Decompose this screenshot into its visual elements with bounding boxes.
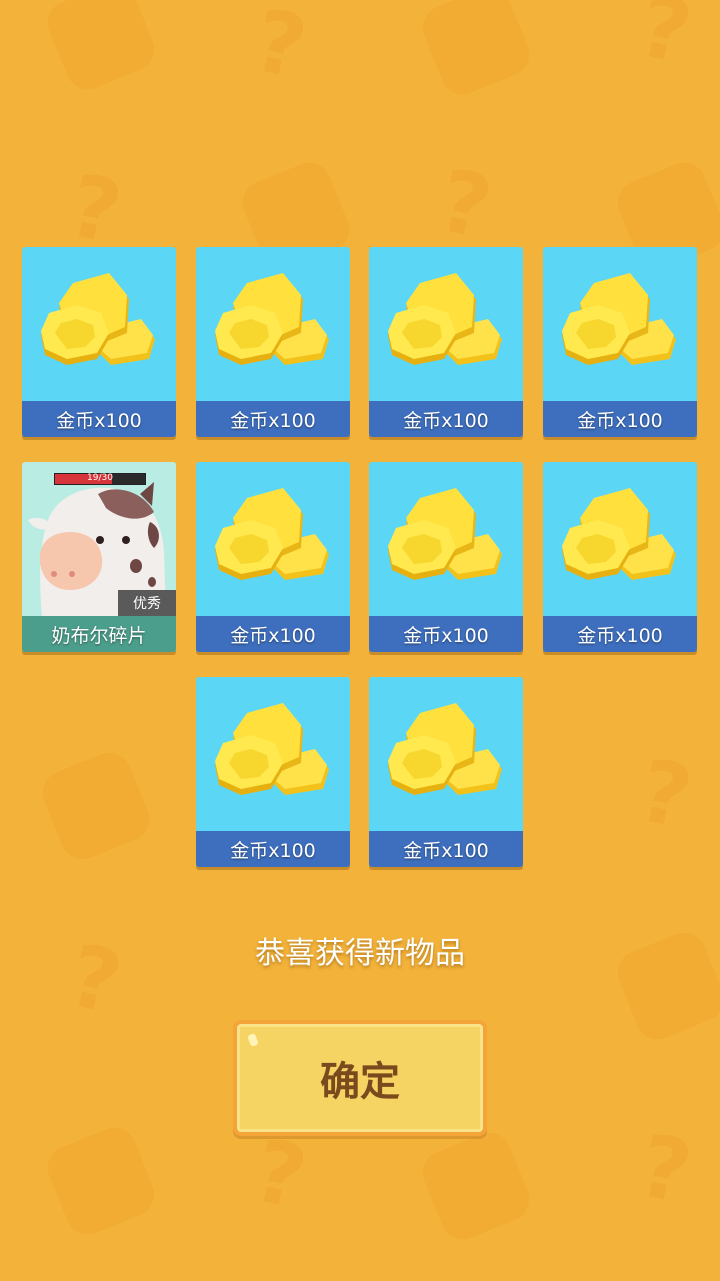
rarity-badge: 优秀 <box>118 590 176 616</box>
reward-card[interactable]: 金币x100 <box>196 247 350 437</box>
reward-card[interactable]: 金币x100 <box>543 247 697 437</box>
reward-card[interactable]: 金币x100 <box>196 462 350 652</box>
gold-coins-icon <box>215 703 329 795</box>
reward-card[interactable]: 金币x100 <box>22 247 176 437</box>
reward-label: 金币x100 <box>196 616 350 652</box>
reward-label: 金币x100 <box>196 401 350 437</box>
gold-coins-icon <box>562 273 676 365</box>
fragment-progress-text: 19/30 <box>87 473 113 483</box>
reward-label: 金币x100 <box>543 401 697 437</box>
fragment-progress-bar: 19/30 <box>54 473 146 485</box>
reward-card[interactable]: 金币x100 <box>369 677 523 867</box>
reward-label: 金币x100 <box>543 616 697 652</box>
reward-label: 金币x100 <box>369 831 523 867</box>
gold-coins-icon <box>388 703 502 795</box>
reward-label: 金币x100 <box>196 831 350 867</box>
gold-coins-icon <box>215 488 329 580</box>
fragment-card[interactable]: 19/30 优秀 奶布尔碎片 <box>22 462 176 652</box>
bg-question-icon: ? <box>630 1115 700 1225</box>
reward-card[interactable]: 金币x100 <box>196 677 350 867</box>
confirm-button-label: 确定 <box>320 1059 400 1105</box>
gold-coins-icon <box>41 273 155 365</box>
gold-coins-icon <box>562 488 676 580</box>
reward-card[interactable]: 金币x100 <box>369 247 523 437</box>
reward-label: 奶布尔碎片 <box>22 616 176 652</box>
bg-question-icon: ? <box>245 1120 315 1230</box>
reward-label: 金币x100 <box>369 401 523 437</box>
reward-label: 金币x100 <box>369 616 523 652</box>
confirm-button[interactable]: 确定 <box>233 1020 487 1136</box>
reward-grid: 金币x100 金币x100 金币x100 金币x100 19/30 优秀 奶布尔… <box>0 0 720 900</box>
gold-coins-icon <box>388 273 502 365</box>
bg-glove-icon <box>41 1121 161 1241</box>
button-shine <box>247 1032 259 1048</box>
gold-coins-icon <box>215 273 329 365</box>
reward-card[interactable]: 金币x100 <box>543 462 697 652</box>
reward-label: 金币x100 <box>22 401 176 437</box>
gold-coins-icon <box>388 488 502 580</box>
reward-card[interactable]: 金币x100 <box>369 462 523 652</box>
reward-message: 恭喜获得新物品 <box>255 936 465 971</box>
bg-glove-icon <box>416 1126 536 1246</box>
